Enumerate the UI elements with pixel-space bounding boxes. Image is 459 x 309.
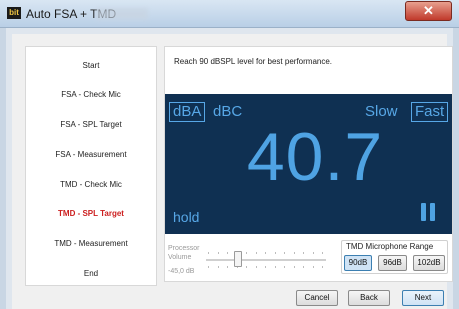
slider-tick — [293, 266, 295, 268]
close-button[interactable]: ✕ — [405, 1, 452, 21]
spl-reading: 40.7 — [246, 119, 384, 195]
step-fsa-check-mic: FSA - Check Mic — [61, 90, 121, 99]
slider-tick — [227, 266, 228, 268]
step-tmd-measurement: TMD - Measurement — [54, 239, 128, 248]
step-start: Start — [82, 61, 100, 70]
slider-tick — [246, 252, 247, 254]
processor-volume-slider-track[interactable] — [206, 259, 326, 261]
instruction-text: Reach 90 dBSPL level for best performanc… — [174, 57, 333, 66]
title-bar: bit Auto FSA + TMD ✕ — [0, 0, 459, 28]
slider-tick — [322, 266, 323, 268]
step-end: End — [83, 269, 99, 278]
slider-tick — [322, 252, 323, 254]
spl-meter: dBA dBC Slow Fast 40.7 hold — [165, 94, 452, 234]
slider-tick — [303, 266, 304, 268]
slider-tick — [246, 266, 247, 268]
slider-tick — [284, 252, 285, 254]
slider-tick — [255, 252, 257, 254]
slider-tick — [274, 252, 276, 254]
slider-tick — [265, 266, 266, 268]
slider-tick — [284, 266, 285, 268]
slider-tick — [208, 252, 209, 254]
slider-tick — [255, 266, 257, 268]
processor-volume-slider-thumb[interactable] — [234, 251, 242, 267]
close-icon: ✕ — [423, 3, 434, 18]
pause-icon[interactable] — [421, 203, 437, 221]
weighting-dba-toggle[interactable]: dBA — [169, 102, 206, 122]
step-fsa-measurement: FSA - Measurement — [55, 150, 127, 159]
cancel-button[interactable]: Cancel — [296, 290, 338, 306]
range-90db-button[interactable]: 90dB — [344, 255, 372, 271]
range-96db-button[interactable]: 96dB — [378, 255, 407, 271]
processor-volume-label-line2: Volume — [168, 254, 192, 261]
speed-fast-toggle[interactable]: Fast — [411, 102, 449, 122]
processor-volume-label: Processor Volume — [168, 244, 200, 262]
slider-tick — [208, 266, 209, 268]
slider-tick — [312, 266, 314, 268]
step-tmd-check-mic: TMD - Check Mic — [60, 180, 122, 189]
step-fsa-spl-target: FSA - SPL Target — [60, 120, 122, 129]
slider-tick — [265, 252, 266, 254]
processor-volume-value: -45,0 dB — [168, 268, 195, 275]
range-102db-button[interactable]: 102dB — [413, 255, 445, 271]
back-button[interactable]: Back — [348, 290, 390, 306]
title-blur — [96, 8, 148, 20]
app-icon: bit — [7, 7, 21, 19]
step-tmd-spl-target: TMD - SPL Target — [58, 209, 124, 218]
steps-panel: Start FSA - Check Mic FSA - SPL Target F… — [25, 46, 157, 286]
next-button[interactable]: Next — [402, 290, 444, 306]
slider-tick — [227, 252, 228, 254]
slider-tick — [293, 252, 295, 254]
slider-tick — [303, 252, 304, 254]
hold-label[interactable]: hold — [173, 209, 199, 225]
slider-tick — [312, 252, 314, 254]
tmd-range-title: TMD Microphone Range — [346, 242, 434, 251]
processor-volume-label-line1: Processor — [168, 245, 200, 252]
slider-tick — [217, 266, 219, 268]
slider-tick — [274, 266, 276, 268]
slider-tick — [217, 252, 219, 254]
